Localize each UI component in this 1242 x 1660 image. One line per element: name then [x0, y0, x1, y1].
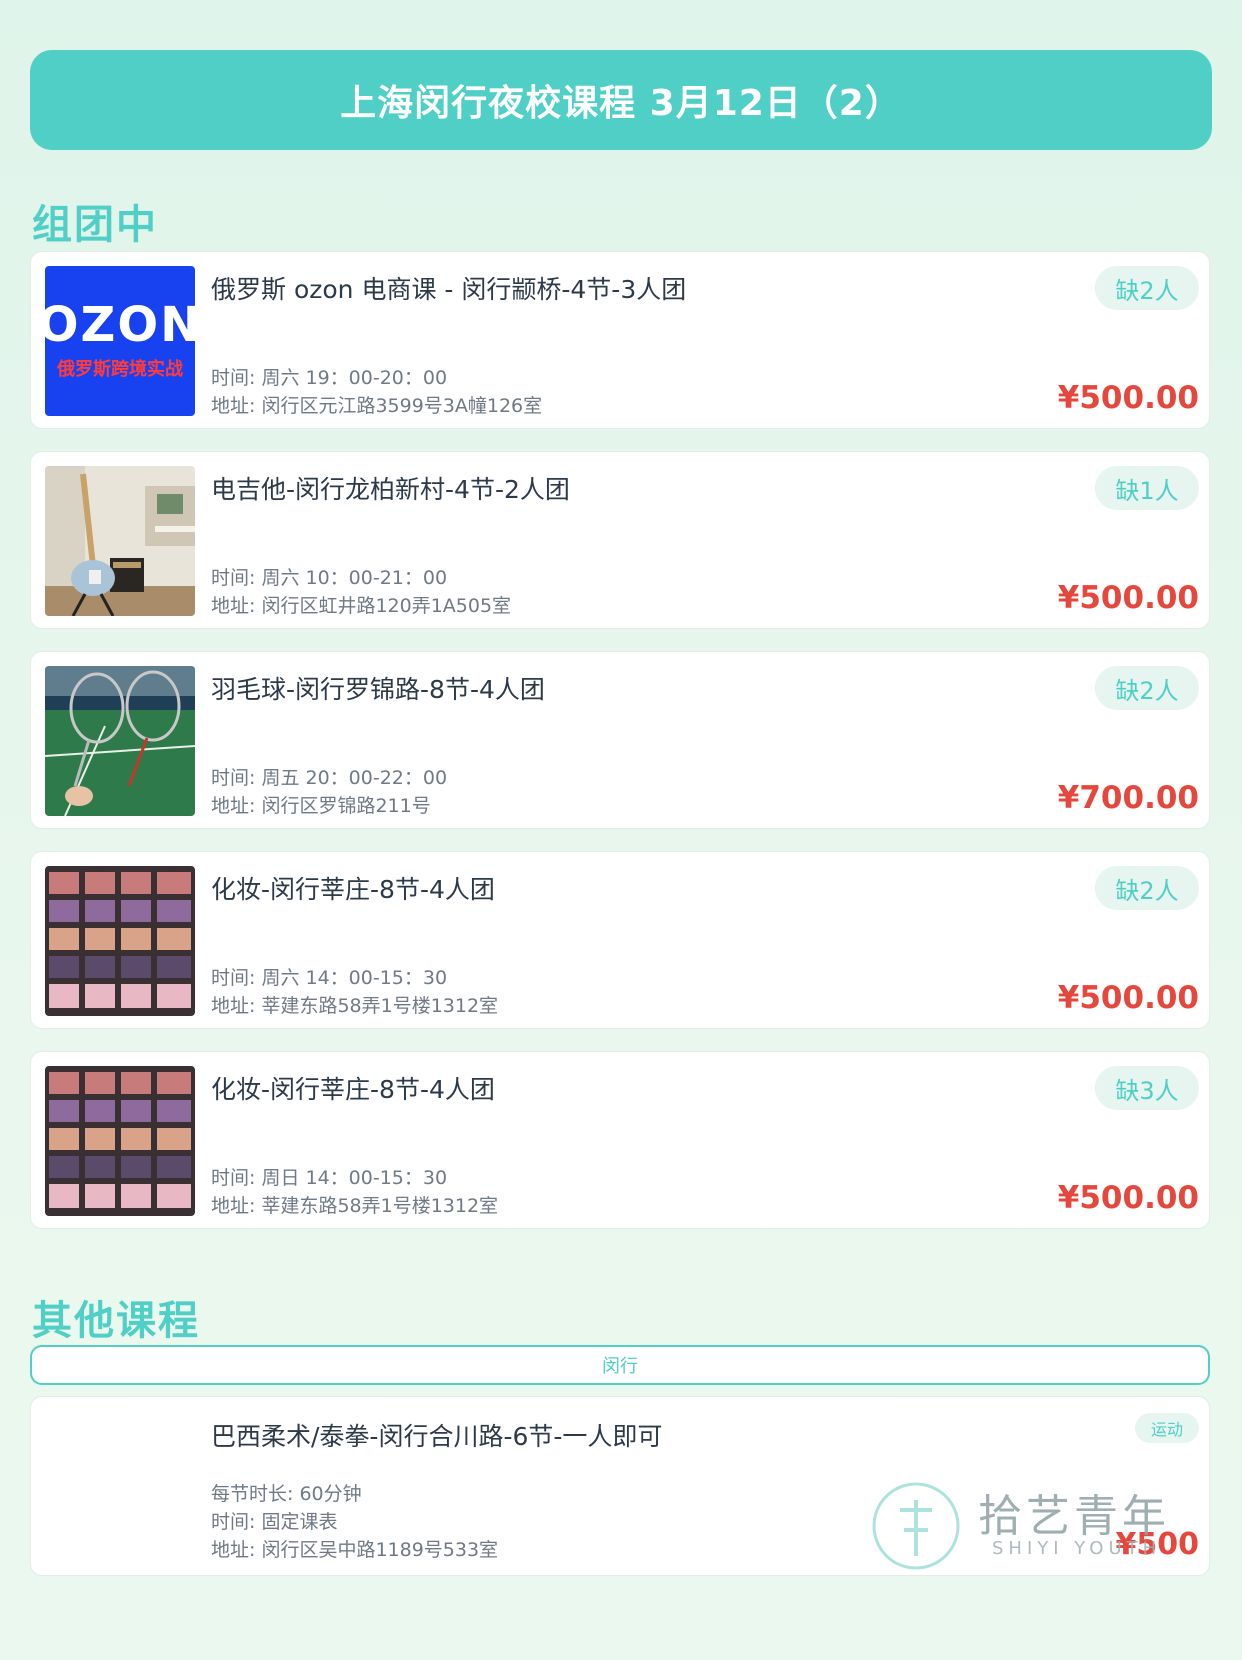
- course-price: ¥500.00: [1057, 980, 1199, 1016]
- course-address: 地址: 莘建东路58弄1号楼1312室: [211, 995, 499, 1017]
- course-title: 俄罗斯 ozon 电商课 - 闵行颛桥-4节-3人团: [211, 275, 687, 304]
- course-card[interactable]: 化妆-闵行莘庄-8节-4人团 时间: 周六 14：00-15：30 地址: 莘建…: [30, 851, 1210, 1029]
- course-time: 时间: 周六 14：00-15：30: [211, 967, 448, 989]
- course-title: 化妆-闵行莘庄-8节-4人团: [211, 1075, 495, 1104]
- course-card[interactable]: 羽毛球-闵行罗锦路-8节-4人团 时间: 周五 20：00-22：00 地址: …: [30, 651, 1210, 829]
- page-title: 上海闵行夜校课程 3月12日（2）: [340, 83, 902, 124]
- course-duration: 每节时长: 60分钟: [211, 1483, 362, 1505]
- course-address: 地址: 闵行区吴中路1189号533室: [211, 1539, 499, 1561]
- course-title: 电吉他-闵行龙柏新村-4节-2人团: [211, 475, 570, 504]
- course-time: 时间: 周日 14：00-15：30: [211, 1167, 448, 1189]
- brand-name-en: SHIYI YOUTH: [992, 1538, 1162, 1559]
- course-title: 巴西柔术/泰拳-闵行合川路-6节-一人即可: [211, 1422, 663, 1451]
- course-card[interactable]: OZON 俄罗斯跨境实战 俄罗斯 ozon 电商课 - 闵行颛桥-4节-3人团 …: [30, 251, 1210, 429]
- spots-left-badge: 缺1人: [1095, 466, 1199, 510]
- spots-left-badge: 缺3人: [1095, 1066, 1199, 1110]
- course-address: 地址: 闵行区罗锦路211号: [211, 795, 431, 817]
- brand-name: 拾艺青年: [978, 1491, 1170, 1542]
- course-time: 时间: 固定课表: [211, 1511, 338, 1533]
- section-title-grouping: 组团中: [32, 202, 158, 248]
- course-price: ¥500.00: [1057, 1180, 1199, 1216]
- course-title: 化妆-闵行莘庄-8节-4人团: [211, 875, 495, 904]
- course-price: ¥500.00: [1057, 380, 1199, 416]
- makeup-photo-icon: [45, 1066, 195, 1216]
- course-time: 时间: 周五 20：00-22：00: [211, 767, 448, 789]
- category-tag: 运动: [1135, 1413, 1199, 1443]
- course-title: 羽毛球-闵行罗锦路-8节-4人团: [211, 675, 545, 704]
- spots-left-badge: 缺2人: [1095, 666, 1199, 710]
- makeup-photo-icon: [45, 866, 195, 1016]
- badminton-photo-icon: [45, 666, 195, 816]
- brand-watermark: 拾艺青年 SHIYI YOUTH: [870, 1470, 1190, 1580]
- course-price: ¥500.00: [1057, 580, 1199, 616]
- tab-minhang[interactable]: 闵行: [30, 1345, 1210, 1385]
- course-price: ¥700.00: [1057, 780, 1199, 816]
- course-card[interactable]: 电吉他-闵行龙柏新村-4节-2人团 时间: 周六 10：00-21：00 地址:…: [30, 451, 1210, 629]
- ozon-caption: 俄罗斯跨境实战: [57, 359, 183, 380]
- course-address: 地址: 闵行区元江路3599号3A幢126室: [211, 395, 543, 417]
- spots-left-badge: 缺2人: [1095, 866, 1199, 910]
- section-title-other: 其他课程: [32, 1298, 200, 1344]
- course-address: 地址: 莘建东路58弄1号楼1312室: [211, 1195, 499, 1217]
- ozon-logo-text: OZON: [45, 297, 195, 353]
- course-thumbnail-ozon: OZON 俄罗斯跨境实战: [45, 266, 195, 416]
- course-card[interactable]: 化妆-闵行莘庄-8节-4人团 时间: 周日 14：00-15：30 地址: 莘建…: [30, 1051, 1210, 1229]
- course-time: 时间: 周六 10：00-21：00: [211, 567, 448, 589]
- course-address: 地址: 闵行区虹井路120弄1A505室: [211, 595, 512, 617]
- spots-left-badge: 缺2人: [1095, 266, 1199, 310]
- page-title-banner: 上海闵行夜校课程 3月12日（2）: [30, 50, 1212, 150]
- guitar-photo-icon: [45, 466, 195, 616]
- course-time: 时间: 周六 19：00-20：00: [211, 367, 448, 389]
